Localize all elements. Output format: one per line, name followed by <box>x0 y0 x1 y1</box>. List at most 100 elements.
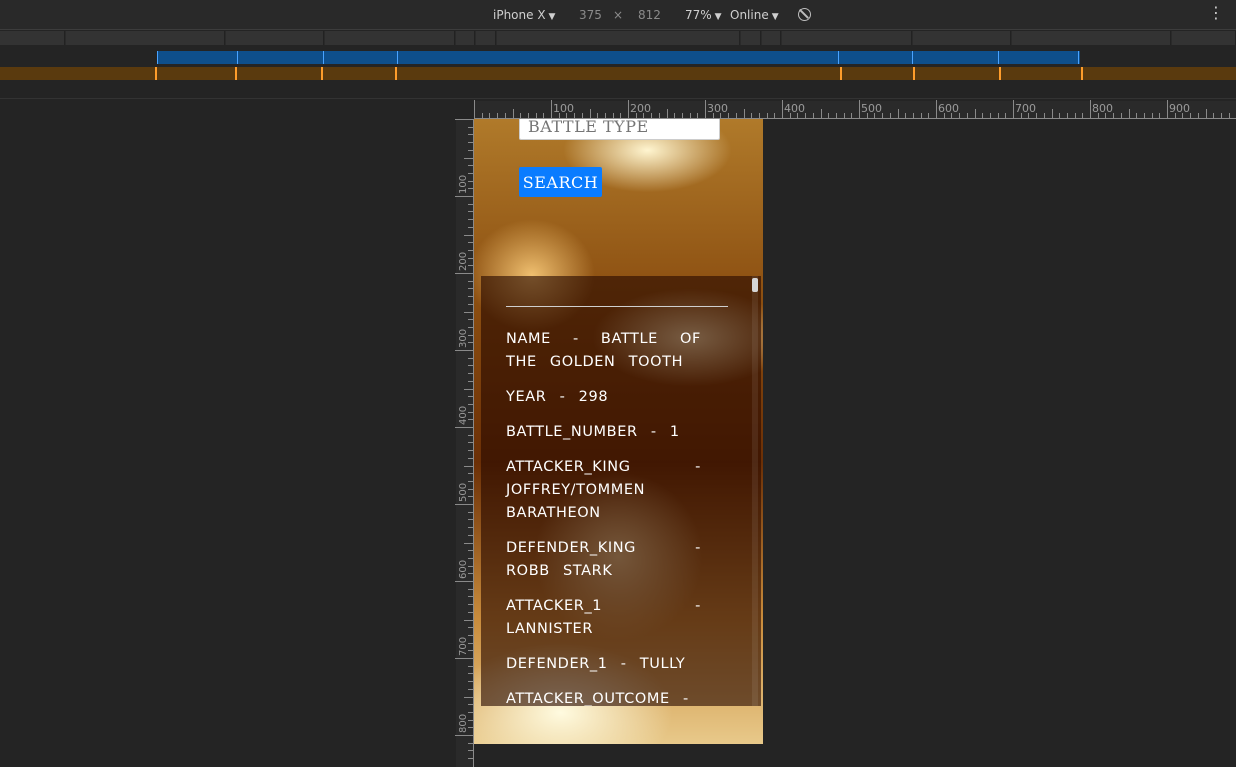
ruler-tick <box>989 113 991 118</box>
ruler-tick <box>455 735 473 736</box>
media-query-tick <box>912 51 913 64</box>
ruler-label: 400 <box>458 405 469 425</box>
ruler-tick <box>468 511 473 513</box>
media-query-segment[interactable] <box>1172 31 1236 45</box>
ruler-tick <box>882 113 884 118</box>
ruler-tick <box>1013 100 1014 118</box>
device-select[interactable]: iPhone X ▼ <box>493 8 555 22</box>
media-query-segment[interactable] <box>456 31 475 45</box>
ruler-tick <box>812 113 814 118</box>
media-query-tick[interactable] <box>1081 67 1083 80</box>
media-query-segment[interactable] <box>476 31 496 45</box>
ruler-tick <box>743 109 745 118</box>
media-query-tick[interactable] <box>999 67 1001 80</box>
ruler-tick <box>468 634 473 636</box>
ruler-tick <box>464 696 473 698</box>
ruler-tick <box>859 100 860 118</box>
media-query-tick[interactable] <box>395 67 397 80</box>
media-query-tick[interactable] <box>321 67 323 80</box>
ruler-tick <box>468 480 473 482</box>
ruler-tick <box>1136 113 1138 118</box>
ruler-tick <box>468 326 473 328</box>
media-query-tick <box>323 51 324 64</box>
ruler-tick <box>468 457 473 459</box>
ruler-tick <box>1197 113 1199 118</box>
ruler-tick <box>982 113 984 118</box>
media-query-segment[interactable] <box>226 31 324 45</box>
media-query-segment[interactable] <box>1012 31 1171 45</box>
media-query-tick[interactable] <box>235 67 237 80</box>
ruler-tick <box>527 113 529 118</box>
ruler-tick <box>851 113 853 118</box>
field-defender-1: DEFENDER_1 - TULLY <box>506 656 686 672</box>
ruler-tick <box>468 134 473 136</box>
ruler-tick <box>468 380 473 382</box>
media-query-segment[interactable] <box>762 31 781 45</box>
media-query-segment[interactable] <box>741 31 761 45</box>
ruler-tick <box>658 113 660 118</box>
ruler-tick <box>464 157 473 159</box>
ruler-tick <box>468 373 473 375</box>
ruler-tick <box>1005 113 1007 118</box>
device-viewport: SEARCH NAME - BATTLE OF THE GOLDEN TOOTH… <box>474 119 763 744</box>
media-query-range[interactable] <box>157 51 1080 64</box>
ruler-tick <box>468 596 473 598</box>
media-query-segment[interactable] <box>0 31 65 45</box>
ruler-tick <box>1043 113 1045 118</box>
scrollbar-track[interactable] <box>752 276 758 706</box>
media-query-tick[interactable] <box>155 67 157 80</box>
battle-details-panel[interactable]: NAME - BATTLE OF THE GOLDEN TOOTH YEAR -… <box>481 276 761 706</box>
ruler-tick <box>455 273 473 274</box>
ruler-tick <box>1128 109 1130 118</box>
ruler-tick <box>468 357 473 359</box>
media-query-tick[interactable] <box>840 67 842 80</box>
ruler-tick <box>651 113 653 118</box>
media-query-segment[interactable] <box>782 31 912 45</box>
network-throttle-select[interactable]: Online ▼ <box>730 8 779 22</box>
ruler-tick <box>766 113 768 118</box>
ruler-label: 700 <box>1015 102 1036 115</box>
ruler-tick <box>474 100 475 118</box>
ruler-tick <box>455 504 473 505</box>
width-field[interactable]: 375 <box>579 8 602 22</box>
ruler-tick <box>1059 113 1061 118</box>
ruler-tick <box>897 109 899 118</box>
dimension-separator: × <box>613 8 624 22</box>
height-field[interactable]: 812 <box>638 8 661 22</box>
field-name: NAME - BATTLE OF THE GOLDEN TOOTH <box>506 331 701 370</box>
ruler-tick <box>758 113 760 118</box>
ruler-tick <box>468 742 473 744</box>
ruler-tick <box>928 113 930 118</box>
ruler-tick <box>936 100 937 118</box>
media-query-segment[interactable] <box>497 31 740 45</box>
ruler-tick <box>828 113 830 118</box>
battle-type-input[interactable] <box>519 119 720 140</box>
field-attacker-outcome: ATTACKER_OUTCOME - <box>506 691 689 706</box>
ruler-tick <box>497 113 499 118</box>
media-query-tick[interactable] <box>913 67 915 80</box>
chevron-down-icon: ▼ <box>714 12 722 22</box>
media-query-segment[interactable] <box>66 31 225 45</box>
media-query-segment[interactable] <box>325 31 455 45</box>
ruler-label: 100 <box>553 102 574 115</box>
more-options-icon[interactable]: ⋮ <box>1208 5 1224 21</box>
ruler-label: 100 <box>458 174 469 194</box>
scrollbar-thumb[interactable] <box>752 278 758 292</box>
ruler-tick <box>455 350 473 351</box>
ruler-tick <box>628 100 629 118</box>
zoom-select[interactable]: 77% ▼ <box>685 8 722 22</box>
ruler-label: 800 <box>458 713 469 733</box>
search-button[interactable]: SEARCH <box>519 167 602 197</box>
media-query-tick <box>838 51 839 64</box>
media-query-segment[interactable] <box>913 31 1011 45</box>
ruler-tick <box>674 113 676 118</box>
rotate-icon[interactable] <box>798 8 811 21</box>
ruler-label: 900 <box>1169 102 1190 115</box>
ruler-tick <box>735 113 737 118</box>
device-name: iPhone X <box>493 8 546 22</box>
ruler-tick <box>468 450 473 452</box>
ruler-label: 400 <box>784 102 805 115</box>
ruler-tick <box>455 581 473 582</box>
ruler-tick <box>689 113 691 118</box>
ruler-tick <box>468 604 473 606</box>
